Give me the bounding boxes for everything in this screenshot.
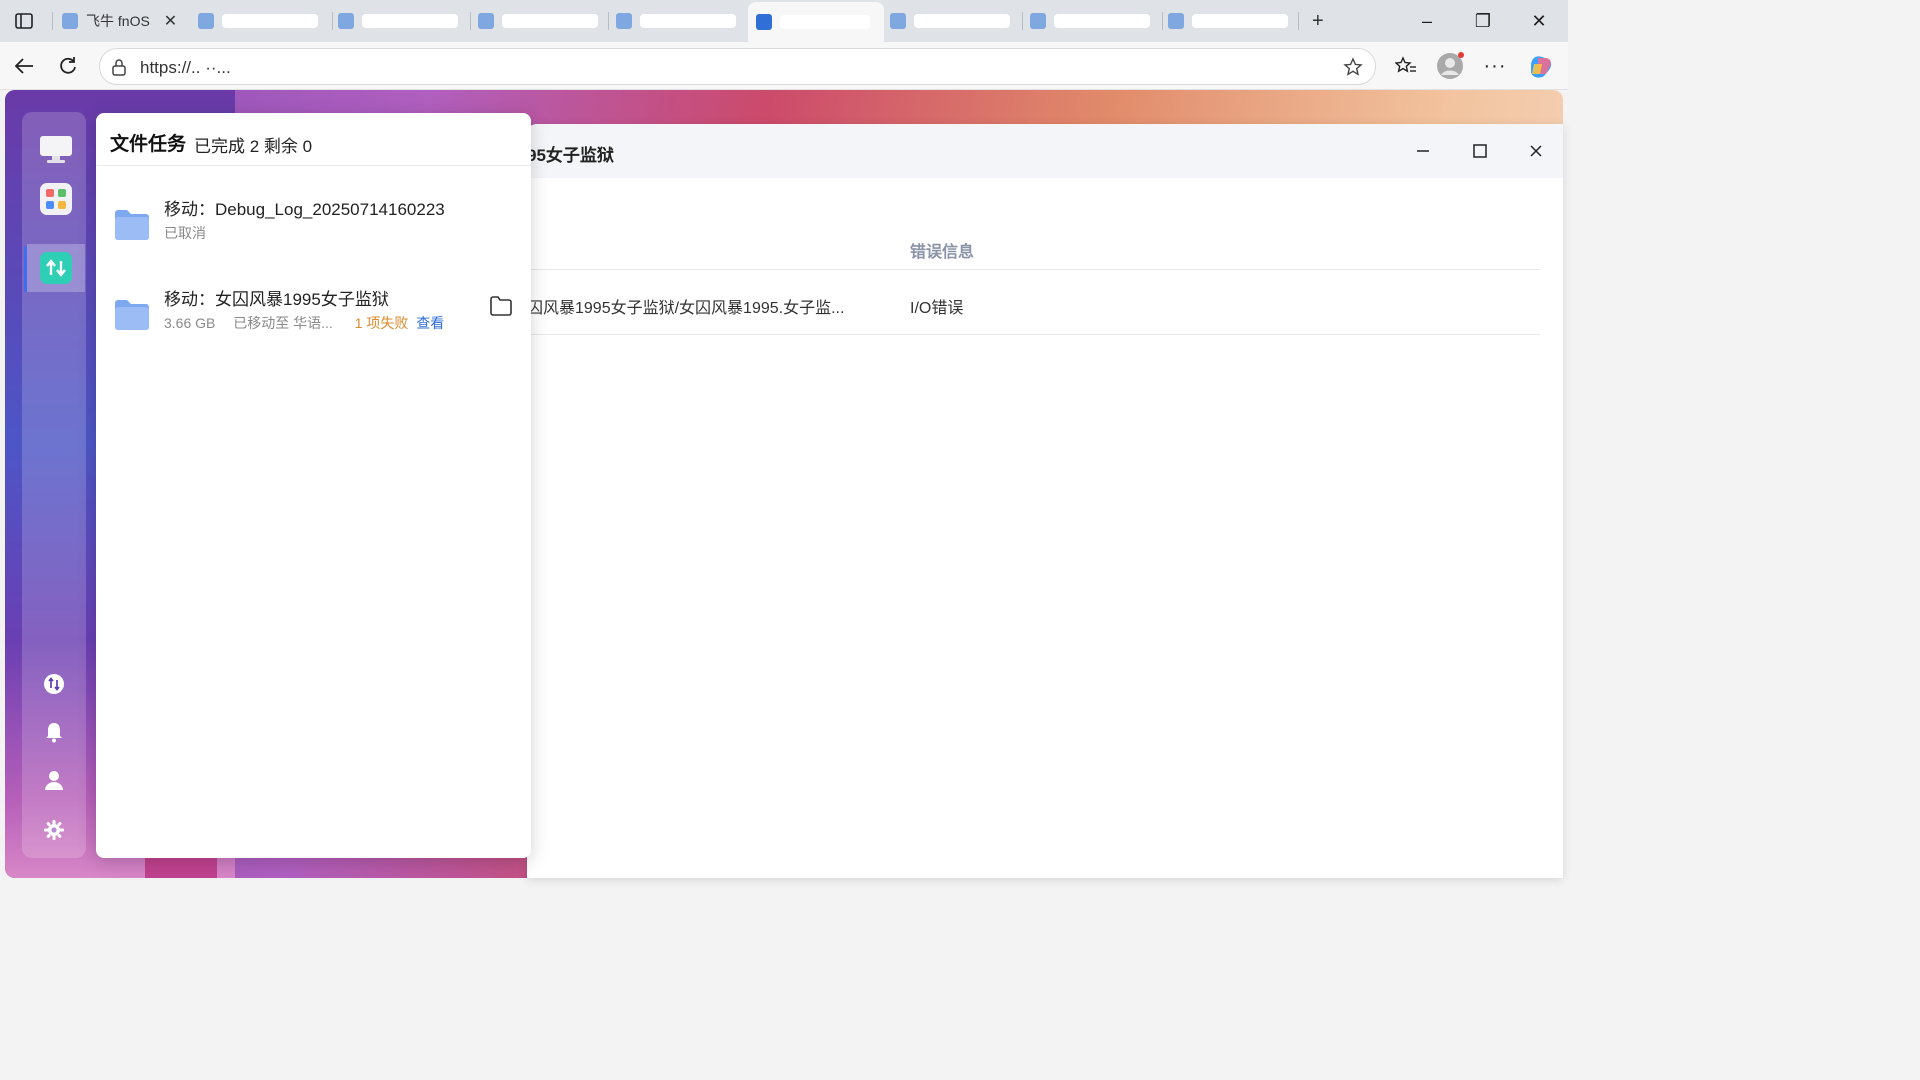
transfer-tasks-icon[interactable] xyxy=(42,672,66,696)
error-details-window: 95女子监狱 错误信息 囚风暴1995女子监狱/女囚风暴1995.女子监... … xyxy=(527,124,1563,878)
redacted-tab-title xyxy=(1054,14,1150,28)
url-field[interactable]: https://.. ··... xyxy=(99,48,1376,85)
left-dock xyxy=(22,112,86,858)
row-divider xyxy=(527,334,1540,335)
dock-app-center-icon[interactable] xyxy=(38,181,74,217)
window-title: 95女子监狱 xyxy=(527,146,614,165)
tab-active[interactable] xyxy=(748,2,884,42)
open-folder-icon[interactable] xyxy=(489,295,513,317)
tab-favicon-icon xyxy=(478,13,494,29)
tab-fnos[interactable]: 飞牛 fnOS ✕ xyxy=(62,6,192,36)
redacted-tab-title xyxy=(914,14,1010,28)
task-name: 移动：Debug_Log_20250714160223 xyxy=(164,200,445,219)
restore-button[interactable]: ❐ xyxy=(1460,8,1506,34)
maximize-icon xyxy=(1473,144,1487,158)
copilot-icon[interactable] xyxy=(1526,52,1554,80)
tab-redacted[interactable] xyxy=(890,6,1020,36)
settings-gear-icon[interactable] xyxy=(42,818,66,842)
folder-icon xyxy=(115,300,149,330)
tab-separator xyxy=(332,12,333,30)
profile-avatar-icon[interactable] xyxy=(1436,52,1464,80)
favorite-star-icon[interactable] xyxy=(1343,57,1363,77)
fnos-favicon-icon xyxy=(62,13,78,29)
tab-redacted[interactable] xyxy=(198,6,328,36)
redacted-tab-title xyxy=(1192,14,1288,28)
minimize-icon xyxy=(1417,150,1429,152)
back-arrow-icon xyxy=(14,58,33,74)
tab-redacted[interactable] xyxy=(1168,6,1298,36)
window-titlebar: 95女子监狱 xyxy=(527,124,1563,178)
restore-icon: ❐ xyxy=(1474,10,1492,31)
lock-icon[interactable] xyxy=(110,58,128,76)
tab-actions-icon[interactable] xyxy=(10,8,38,34)
tab-close-icon[interactable]: ✕ xyxy=(164,11,177,31)
task-summary: 已完成 2 剩余 0 xyxy=(194,137,313,156)
task-name: 移动：女囚风暴1995女子监狱 xyxy=(164,290,389,309)
header-divider xyxy=(527,269,1540,270)
user-account-icon[interactable] xyxy=(42,768,66,792)
tab-separator xyxy=(52,12,53,30)
url-text: https://.. ··... xyxy=(140,58,231,77)
task-panel-title: 文件任务 xyxy=(110,134,187,155)
favorites-icon[interactable] xyxy=(1392,52,1420,80)
tab-favicon-icon xyxy=(890,13,906,29)
task-failed-count: 1 项失败 xyxy=(354,315,409,331)
dock-desktop-icon[interactable] xyxy=(38,133,74,165)
dock-active-indicator xyxy=(24,246,27,292)
window-minimize-button[interactable] xyxy=(1410,138,1436,164)
redacted-tab-title xyxy=(780,15,870,29)
task-item[interactable]: 移动：Debug_Log_20250714160223 已取消 xyxy=(96,195,531,265)
tab-redacted[interactable] xyxy=(338,6,468,36)
tab-favicon-icon xyxy=(1030,13,1046,29)
file-path-cell: 囚风暴1995女子监狱/女囚风暴1995.女子监... xyxy=(527,300,845,317)
tab-label: 飞牛 fnOS xyxy=(86,13,150,29)
new-tab-button[interactable]: + xyxy=(1312,6,1342,36)
dock-transfer-app-icon[interactable] xyxy=(38,250,74,286)
view-failures-link[interactable]: 查看 xyxy=(416,315,444,331)
redacted-tab-title xyxy=(222,14,318,28)
tab-favicon-icon xyxy=(616,13,632,29)
minimize-icon: – xyxy=(1421,10,1432,31)
browser-tab-bar: 飞牛 fnOS ✕ + – ❐ ✕ xyxy=(0,0,1568,42)
refresh-button[interactable] xyxy=(53,52,83,80)
task-item[interactable]: 移动：女囚风暴1995女子监狱 3.66 GB 已移动至 华语... 1 项失败… xyxy=(96,285,531,355)
redacted-tab-title xyxy=(640,14,736,28)
redacted-tab-title xyxy=(362,14,458,28)
window-maximize-button[interactable] xyxy=(1467,138,1493,164)
refresh-icon xyxy=(60,57,76,74)
folder-icon xyxy=(115,210,149,240)
tab-favicon-icon xyxy=(198,13,214,29)
window-close-button[interactable] xyxy=(1523,138,1549,164)
back-button[interactable] xyxy=(9,52,39,80)
tab-favicon-icon xyxy=(756,14,772,30)
more-options-icon[interactable]: ··· xyxy=(1481,52,1509,80)
tab-favicon-icon xyxy=(338,13,354,29)
task-details: 3.66 GB 已移动至 华语... 1 项失败 查看 xyxy=(164,313,444,333)
tab-redacted[interactable] xyxy=(616,6,746,36)
redacted-tab-title xyxy=(502,14,598,28)
task-destination: 已移动至 华语... xyxy=(233,315,333,331)
tab-redacted[interactable] xyxy=(1030,6,1160,36)
close-icon xyxy=(1530,145,1542,157)
tab-separator xyxy=(608,12,609,30)
tab-separator xyxy=(1298,12,1299,30)
close-window-button[interactable]: ✕ xyxy=(1516,8,1562,34)
address-bar-row: https://.. ··... ··· xyxy=(0,42,1568,90)
task-status: 已取消 xyxy=(164,225,206,241)
notification-bell-icon[interactable] xyxy=(42,720,66,744)
task-panel-header: 文件任务 已完成 2 剩余 0 xyxy=(96,113,531,166)
column-header-error-info: 错误信息 xyxy=(910,244,975,261)
tab-separator xyxy=(1022,12,1023,30)
minimize-button[interactable]: – xyxy=(1404,8,1450,34)
tab-separator xyxy=(470,12,471,30)
file-tasks-panel: 文件任务 已完成 2 剩余 0 移动：Debug_Log_20250714160… xyxy=(96,113,531,858)
error-cell: I/O错误 xyxy=(910,300,964,317)
tab-separator xyxy=(1162,12,1163,30)
tab-favicon-icon xyxy=(1168,13,1184,29)
tab-redacted[interactable] xyxy=(478,6,608,36)
task-size: 3.66 GB xyxy=(164,315,216,331)
close-icon: ✕ xyxy=(1531,10,1547,31)
